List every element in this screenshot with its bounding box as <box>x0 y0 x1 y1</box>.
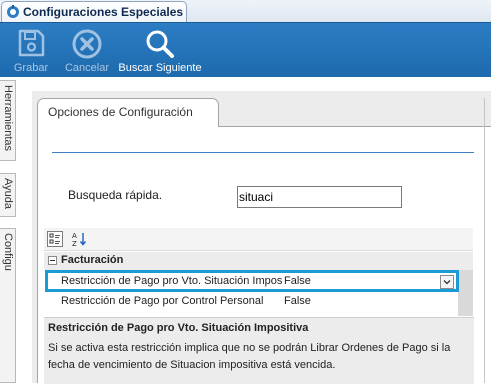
property-row[interactable]: Restricción de Pago por Control Personal… <box>44 293 458 311</box>
category-label: Facturación <box>61 254 124 266</box>
side-tab-ayuda[interactable]: Ayuda <box>0 173 16 217</box>
find-next-button[interactable]: Buscar Siguiente <box>116 23 204 77</box>
side-tab-label: Herramientas <box>2 85 14 152</box>
cancel-button[interactable]: Cancelar <box>63 23 111 77</box>
quick-search-label: Busqueda rápida. <box>68 188 163 202</box>
alphabetical-view-button[interactable]: A Z <box>71 231 87 248</box>
selected-row-highlight <box>45 270 459 292</box>
cancel-button-label: Cancelar <box>64 62 110 74</box>
tab-title: Configuraciones Especiales <box>23 5 184 19</box>
config-gear-icon <box>7 5 19 18</box>
description-pane: Restricción de Pago pro Vto. Situación I… <box>44 317 474 384</box>
description-text: Si se activa esta restricción implica qu… <box>48 342 451 371</box>
tab-configuraciones-especiales[interactable]: Configuraciones Especiales <box>1 1 187 22</box>
quick-search-input[interactable] <box>237 186 402 208</box>
svg-text:A: A <box>72 232 77 240</box>
save-button[interactable]: Grabar <box>8 23 54 77</box>
floppy-disk-icon <box>18 29 45 57</box>
property-grid-toolbar: A Z <box>44 228 473 251</box>
categorized-icon <box>49 233 60 244</box>
side-tab-herramientas[interactable]: Herramientas <box>0 80 16 161</box>
property-value[interactable]: False <box>284 295 311 307</box>
tab-opciones-de-configuracion[interactable]: Opciones de Configuración <box>37 98 219 127</box>
side-tab-configuracion[interactable]: Configu <box>0 228 16 383</box>
find-next-button-label: Buscar Siguiente <box>118 62 202 74</box>
category-row-facturacion[interactable]: Facturación <box>44 252 473 270</box>
page-tab-label: Opciones de Configuración <box>48 105 193 119</box>
side-tab-label: Ayuda <box>2 178 14 209</box>
description-title: Restricción de Pago pro Vto. Situación I… <box>48 322 309 334</box>
property-name: Restricción de Pago por Control Personal <box>61 295 264 307</box>
svg-text:Z: Z <box>72 240 77 247</box>
save-button-label: Grabar <box>13 62 49 74</box>
side-tab-label: Configu <box>2 233 14 271</box>
document-tab-strip: Configuraciones Especiales <box>0 0 491 22</box>
categorized-view-button[interactable] <box>47 231 63 247</box>
panel-border <box>484 98 485 383</box>
section-divider <box>52 152 474 153</box>
collapse-toggle-icon[interactable] <box>48 256 57 265</box>
cancel-circle-icon <box>72 29 102 59</box>
grid-scrollbar-thumb[interactable] <box>458 270 473 316</box>
sort-alphabetical-icon: A Z <box>72 232 87 248</box>
main-toolbar: Grabar Cancelar Buscar Siguiente <box>0 22 491 77</box>
grid-scrollbar-track[interactable] <box>458 252 473 270</box>
magnifier-icon <box>146 30 174 58</box>
